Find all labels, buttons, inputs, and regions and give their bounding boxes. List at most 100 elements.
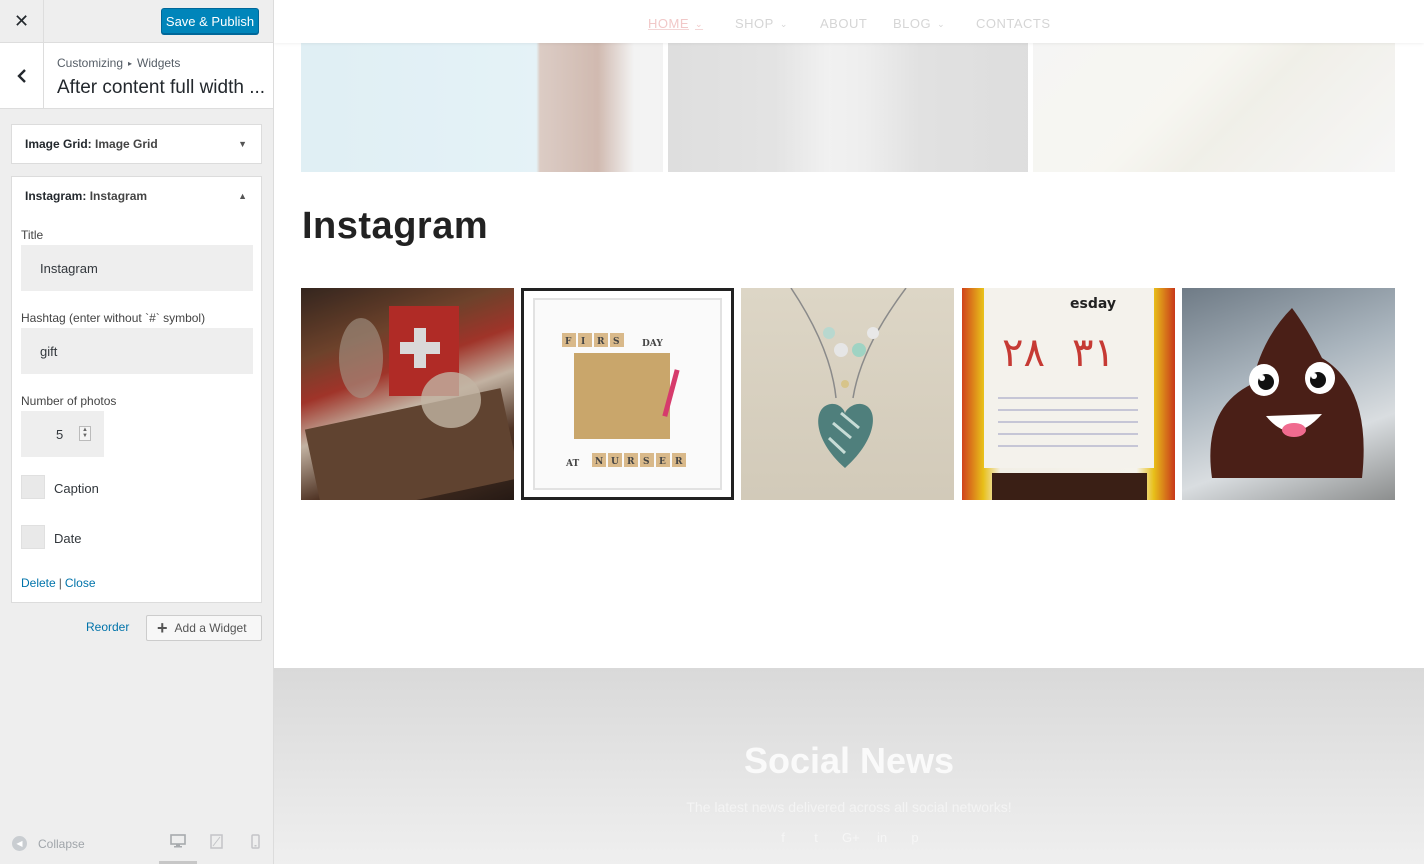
- widget-image-grid[interactable]: Image Grid: Image Grid ▼: [11, 124, 262, 164]
- widget-type-label: Instagram:: [25, 189, 87, 203]
- linkedin-icon[interactable]: in: [875, 830, 889, 845]
- caption-label: Caption: [54, 481, 99, 496]
- tablet-preview-button[interactable]: [197, 834, 235, 864]
- widget-actions: Delete | Close: [21, 576, 96, 590]
- back-button[interactable]: [0, 43, 44, 108]
- svg-text:DAY: DAY: [642, 339, 663, 349]
- social-news-section: Social News The latest news delivered ac…: [274, 668, 1424, 864]
- customizer-footer: ◀ Collapse: [0, 822, 273, 864]
- widget-type-label: Image Grid:: [25, 137, 92, 151]
- svg-text:esday: esday: [1070, 296, 1116, 312]
- plus-icon: +: [157, 618, 168, 638]
- chevron-down-icon: ⌄: [779, 19, 788, 29]
- customizer-sidebar: ✕ Save & Publish Customizing ▸ Widgets Aft…: [0, 0, 274, 864]
- desktop-preview-button[interactable]: [159, 834, 197, 864]
- svg-text:٢٨: ٢٨: [1002, 330, 1045, 376]
- instagram-photo-5[interactable]: [1182, 288, 1395, 500]
- svg-text:R: R: [597, 337, 605, 347]
- nav-label: CONTACTS: [976, 16, 1051, 31]
- instagram-photo-3[interactable]: [741, 288, 954, 500]
- number-of-photos-input[interactable]: 5 ▲ ▼: [21, 411, 104, 457]
- instagram-photo-1[interactable]: [301, 288, 514, 500]
- main-navigation: HOME ⌄ SHOP ⌄ ABOUT BLOG ⌄ CONTACTS: [274, 0, 1424, 43]
- section-title: After content full width ...: [57, 77, 266, 98]
- nav-label: HOME: [648, 16, 689, 31]
- collapse-label: Collapse: [38, 836, 85, 851]
- nav-item-contacts[interactable]: CONTACTS: [976, 16, 1051, 31]
- nav-item-home[interactable]: HOME ⌄: [648, 16, 703, 31]
- chevron-left-icon: [16, 68, 26, 83]
- chevron-down-icon: ⌄: [695, 19, 704, 29]
- chevron-down-icon: ⌄: [937, 19, 946, 29]
- add-widget-button[interactable]: + Add a Widget: [146, 615, 262, 641]
- reorder-link[interactable]: Reorder: [86, 620, 129, 634]
- svg-text:U: U: [611, 457, 619, 467]
- nav-item-about[interactable]: ABOUT: [820, 16, 867, 31]
- instagram-photo-2[interactable]: FIRS DAY AT NURSER: [521, 288, 734, 500]
- pinterest-icon[interactable]: p: [908, 830, 922, 845]
- title-input[interactable]: [21, 245, 253, 291]
- title-field-label: Title: [21, 228, 44, 242]
- nav-label: SHOP: [735, 16, 774, 31]
- number-of-photos-label: Number of photos: [21, 394, 117, 408]
- facebook-icon[interactable]: f: [776, 830, 790, 845]
- nav-label: ABOUT: [820, 16, 868, 31]
- spinner-arrows-icon[interactable]: ▲ ▼: [79, 426, 91, 441]
- svg-text:R: R: [627, 457, 635, 467]
- widget-instance-title: Instagram: [89, 189, 148, 203]
- google-plus-icon[interactable]: G+: [842, 830, 860, 845]
- close-icon: ✕: [13, 11, 30, 31]
- number-of-photos-value: 5: [56, 427, 64, 442]
- svg-text:I: I: [581, 337, 585, 347]
- save-publish-button[interactable]: Save & Publish: [161, 8, 259, 34]
- add-widget-label: Add a Widget: [174, 621, 247, 635]
- svg-text:F: F: [565, 337, 572, 347]
- delete-widget-link[interactable]: Delete: [21, 576, 56, 590]
- instagram-photo-4[interactable]: esday ٢٨ ٣١: [962, 288, 1175, 500]
- svg-text:N: N: [595, 457, 603, 467]
- widget-instance-title: Image Grid: [95, 137, 158, 151]
- site-preview: HOME ⌄ SHOP ⌄ ABOUT BLOG ⌄ CONTACTS Instagr…: [274, 0, 1424, 864]
- breadcrumb-separator-icon: ▸: [128, 59, 133, 68]
- nav-item-shop[interactable]: SHOP ⌄: [735, 16, 788, 31]
- svg-text:R: R: [675, 457, 683, 467]
- mobile-icon: [250, 834, 260, 849]
- close-widget-link[interactable]: Close: [65, 576, 96, 590]
- collapse-button[interactable]: ◀ Collapse: [12, 836, 85, 851]
- svg-text:٣١: ٣١: [1072, 330, 1115, 376]
- instagram-heading: Instagram: [302, 205, 489, 247]
- widget-instagram[interactable]: Instagram: Instagram ▲: [11, 176, 262, 216]
- hashtag-input[interactable]: [21, 328, 253, 374]
- caption-checkbox[interactable]: [21, 475, 45, 499]
- date-label: Date: [54, 531, 82, 546]
- svg-text:S: S: [613, 337, 620, 347]
- social-icons: f t G+ in p: [274, 830, 1424, 845]
- arrow-left-circle-icon: ◀: [12, 836, 27, 851]
- hashtag-field-label: Hashtag (enter without `#` symbol): [21, 311, 206, 325]
- photo-plush-emoji: [1210, 308, 1364, 478]
- customizer-header: ✕ Save & Publish: [0, 0, 273, 43]
- expand-arrow-icon[interactable]: ▼: [238, 139, 247, 149]
- photo-nursery-frame: FIRS DAY AT NURSER: [533, 298, 722, 490]
- collapse-arrow-icon[interactable]: ▲: [238, 191, 247, 201]
- svg-text:AT: AT: [565, 459, 579, 469]
- breadcrumb-widgets: Widgets: [137, 56, 181, 70]
- social-news-heading: Social News: [743, 740, 955, 781]
- svg-text:S: S: [643, 457, 650, 467]
- desktop-icon: [170, 834, 186, 848]
- twitter-icon[interactable]: t: [809, 830, 823, 845]
- tablet-icon: [209, 834, 223, 849]
- svg-text:E: E: [659, 457, 666, 467]
- close-customizer-button[interactable]: ✕: [0, 0, 44, 43]
- social-news-subtitle: The latest news delivered across all soc…: [686, 799, 1012, 815]
- photo-gift-scene: [301, 288, 514, 500]
- mobile-preview-button[interactable]: [236, 834, 274, 864]
- breadcrumb: Customizing ▸ Widgets: [57, 56, 180, 70]
- nav-item-blog[interactable]: BLOG ⌄: [893, 16, 945, 31]
- nav-label: BLOG: [893, 16, 932, 31]
- breadcrumb-customizing: Customizing: [57, 56, 124, 70]
- link-separator: |: [58, 576, 62, 590]
- date-checkbox[interactable]: [21, 525, 45, 549]
- photo-heart-pendant: [790, 288, 907, 468]
- section-header: Customizing ▸ Widgets After content full w…: [0, 43, 273, 109]
